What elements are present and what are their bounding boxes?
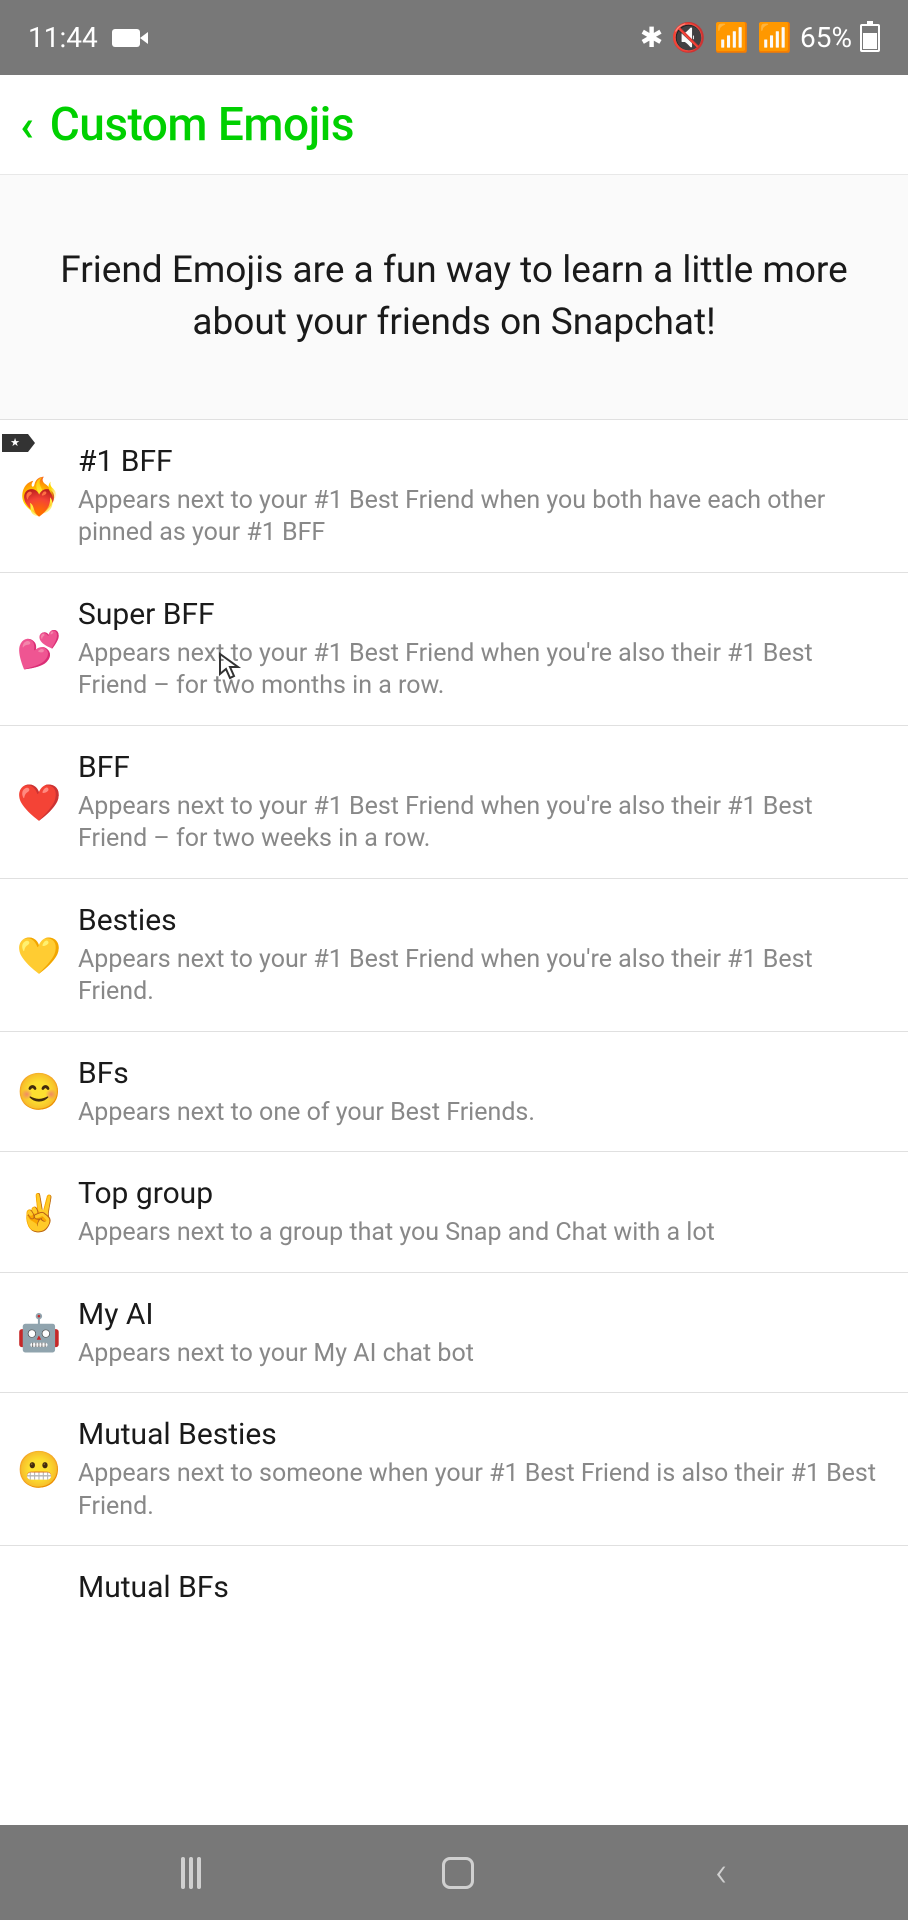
item-desc: Appears next to your #1 Best Friend when…	[78, 944, 882, 1009]
status-left: 11:44	[28, 21, 140, 54]
list-item-top-group[interactable]: ✌️ Top group Appears next to a group tha…	[0, 1152, 908, 1273]
emoji-icon: ❤️‍🔥	[18, 476, 60, 518]
wifi-icon: 📶	[714, 21, 749, 54]
emoji-icon	[18, 1570, 60, 1611]
item-desc: Appears next to your My AI chat bot	[78, 1338, 882, 1371]
pin-badge-icon: ★	[2, 434, 28, 452]
content-area: Friend Emojis are a fun way to learn a l…	[0, 175, 908, 1825]
nav-back-button[interactable]: ‹	[715, 1848, 728, 1897]
list-item-mutual-besties[interactable]: 😬 Mutual Besties Appears next to someone…	[0, 1393, 908, 1546]
emoji-icon: 💕	[18, 629, 60, 671]
list-item-my-ai[interactable]: 🤖 My AI Appears next to your My AI chat …	[0, 1273, 908, 1394]
item-title: BFF	[78, 750, 882, 785]
mute-icon: 🔇	[671, 21, 706, 54]
status-right: ✱ 🔇 📶 📶 65%	[640, 21, 880, 54]
item-title: My AI	[78, 1297, 882, 1332]
navigation-bar: ‹	[0, 1825, 908, 1920]
home-button[interactable]	[442, 1857, 474, 1889]
item-title: Mutual BFs	[78, 1570, 882, 1605]
item-desc: Appears next to your #1 Best Friend when…	[78, 485, 882, 550]
back-button[interactable]: ‹	[20, 103, 34, 147]
item-title: #1 BFF	[78, 444, 882, 479]
item-title: Mutual Besties	[78, 1417, 882, 1452]
status-bar: 11:44 ✱ 🔇 📶 📶 65%	[0, 0, 908, 75]
battery-icon	[860, 24, 880, 52]
list-item-besties[interactable]: 💛 Besties Appears next to your #1 Best F…	[0, 879, 908, 1032]
item-desc: Appears next to your #1 Best Friend when…	[78, 791, 882, 856]
emoji-icon: ✌️	[18, 1192, 60, 1234]
list-item-bff[interactable]: ❤️ BFF Appears next to your #1 Best Frie…	[0, 726, 908, 879]
emoji-icon: ❤️	[18, 782, 60, 824]
page-title: Custom Emojis	[50, 98, 354, 152]
status-time: 11:44	[28, 21, 98, 54]
list-item-super-bff[interactable]: 💕 Super BFF Appears next to your #1 Best…	[0, 573, 908, 726]
item-title: Top group	[78, 1176, 882, 1211]
intro-section: Friend Emojis are a fun way to learn a l…	[0, 175, 908, 420]
recent-apps-button[interactable]	[181, 1857, 201, 1889]
item-desc: Appears next to one of your Best Friends…	[78, 1097, 882, 1130]
emoji-icon: 😊	[18, 1071, 60, 1113]
list-item-1-bff[interactable]: ★ ❤️‍🔥 #1 BFF Appears next to your #1 Be…	[0, 420, 908, 573]
header: ‹ Custom Emojis	[0, 75, 908, 175]
item-title: Besties	[78, 903, 882, 938]
camera-icon	[112, 29, 140, 47]
item-title: BFs	[78, 1056, 882, 1091]
battery-percent: 65%	[800, 21, 852, 54]
emoji-icon: 🤖	[18, 1312, 60, 1354]
emoji-icon: 😬	[18, 1449, 60, 1491]
emoji-list: ★ ❤️‍🔥 #1 BFF Appears next to your #1 Be…	[0, 420, 908, 1612]
item-desc: Appears next to someone when your #1 Bes…	[78, 1458, 882, 1523]
item-desc: Appears next to your #1 Best Friend when…	[78, 638, 882, 703]
signal-icon: 📶	[757, 21, 792, 54]
emoji-icon: 💛	[18, 935, 60, 977]
item-title: Super BFF	[78, 597, 882, 632]
item-desc: Appears next to a group that you Snap an…	[78, 1217, 882, 1250]
list-item-mutual-bfs[interactable]: Mutual BFs	[0, 1546, 908, 1611]
list-item-bfs[interactable]: 😊 BFs Appears next to one of your Best F…	[0, 1032, 908, 1153]
intro-text: Friend Emojis are a fun way to learn a l…	[60, 245, 848, 349]
bluetooth-icon: ✱	[640, 21, 663, 54]
